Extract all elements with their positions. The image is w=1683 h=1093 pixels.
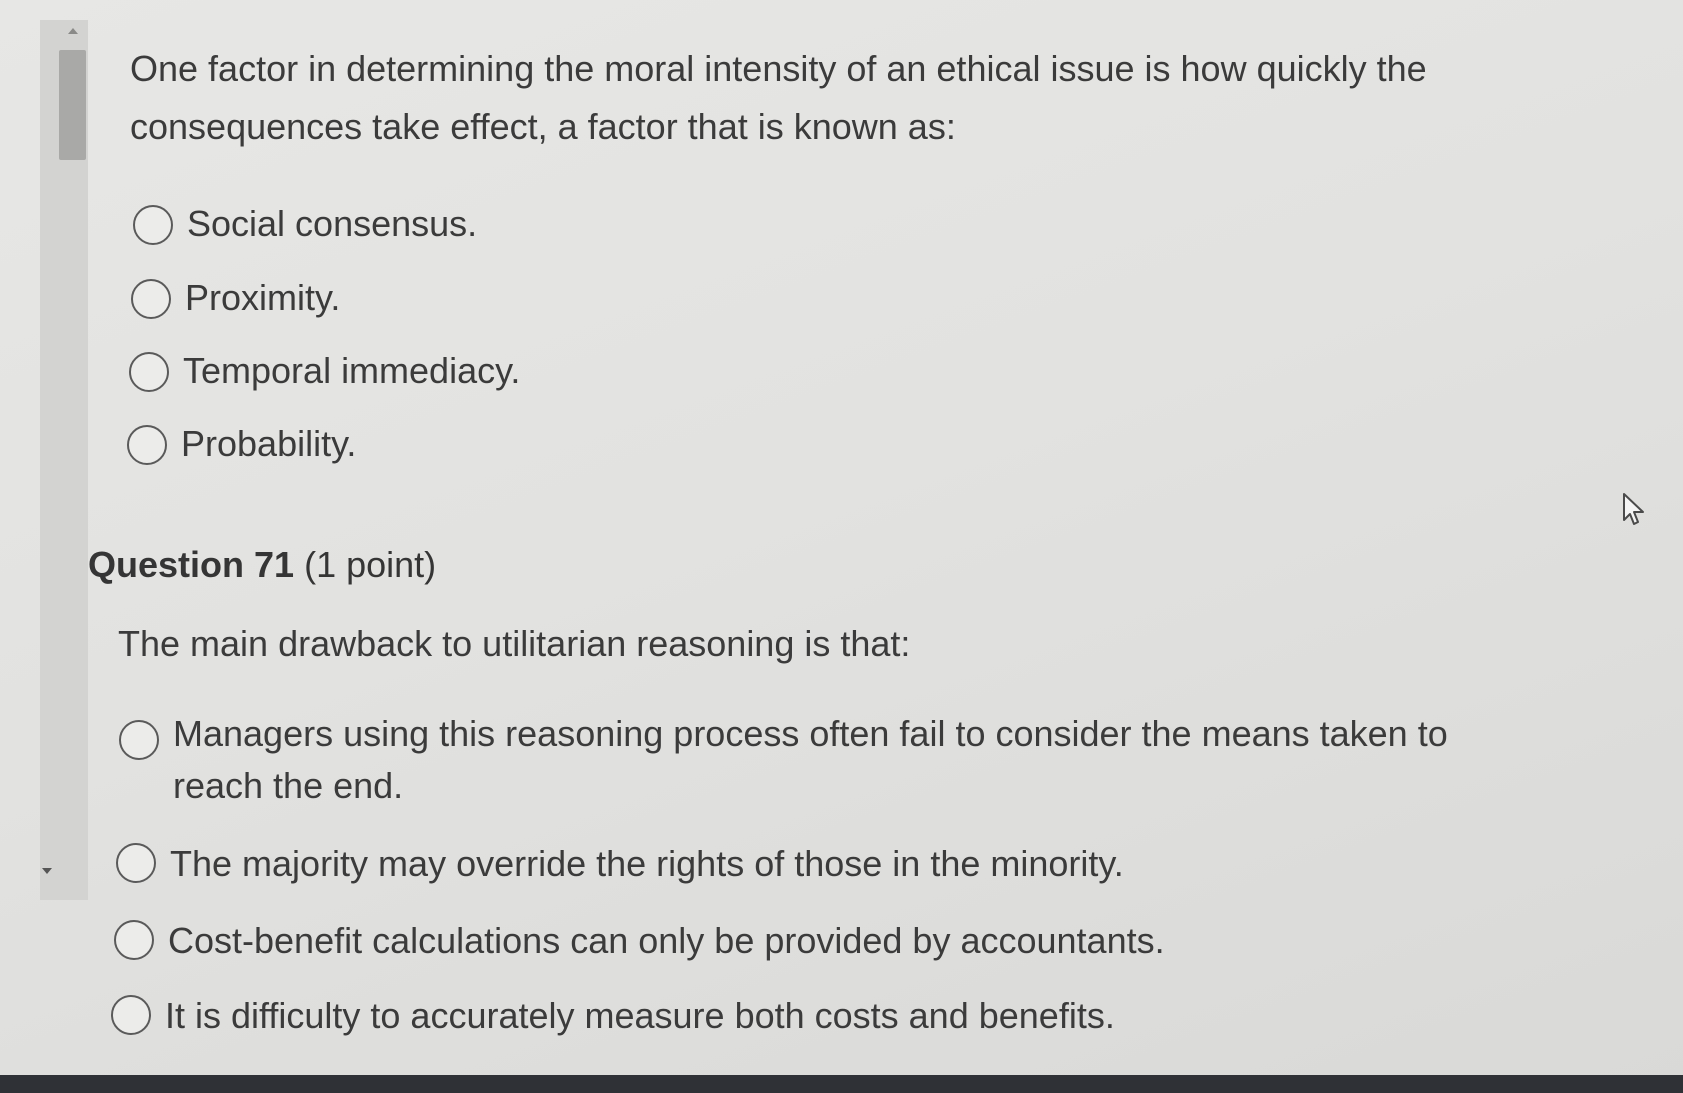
option-label: Managers using this reasoning process of… xyxy=(173,713,1448,806)
previous-option-1[interactable]: Social consensus. xyxy=(133,198,477,250)
radio-button[interactable] xyxy=(131,279,171,319)
radio-button[interactable] xyxy=(129,352,169,392)
previous-option-3[interactable]: Temporal immediacy. xyxy=(129,345,520,397)
option-label: Cost-benefit calculations can only be pr… xyxy=(168,920,1165,961)
question-header: Question 71 (1 point) xyxy=(88,540,436,590)
option-label: The majority may override the rights of … xyxy=(170,843,1124,884)
answer-option-3[interactable]: Cost-benefit calculations can only be pr… xyxy=(114,915,1165,967)
option-label: Temporal immediacy. xyxy=(183,350,521,391)
radio-button[interactable] xyxy=(114,920,154,960)
bottom-bar xyxy=(0,1075,1683,1093)
radio-button[interactable] xyxy=(111,995,151,1035)
question-text: The main drawback to utilitarian reasoni… xyxy=(118,623,911,664)
option-label: Proximity. xyxy=(185,277,341,318)
answer-option-1[interactable]: Managers using this reasoning process of… xyxy=(119,708,1539,812)
radio-button[interactable] xyxy=(116,843,156,883)
option-label: Probability. xyxy=(181,423,357,464)
radio-button[interactable] xyxy=(127,425,167,465)
question-number: Question 71 xyxy=(88,544,295,585)
answer-option-4[interactable]: It is difficulty to accurately measure b… xyxy=(111,990,1115,1042)
scroll-up-icon[interactable] xyxy=(68,28,78,34)
scrollbar-thumb[interactable] xyxy=(59,50,86,160)
previous-question-text: One factor in determining the moral inte… xyxy=(130,48,1427,147)
radio-button[interactable] xyxy=(119,720,159,760)
previous-option-2[interactable]: Proximity. xyxy=(131,272,340,324)
option-label: It is difficulty to accurately measure b… xyxy=(165,995,1115,1036)
option-label: Social consensus. xyxy=(187,203,478,244)
question-points: (1 point) xyxy=(304,544,437,585)
scroll-down-icon[interactable] xyxy=(42,868,52,874)
mouse-pointer-icon xyxy=(1623,493,1644,525)
answer-option-2[interactable]: The majority may override the rights of … xyxy=(116,838,1124,890)
radio-button[interactable] xyxy=(133,205,173,245)
previous-option-4[interactable]: Probability. xyxy=(127,418,356,470)
